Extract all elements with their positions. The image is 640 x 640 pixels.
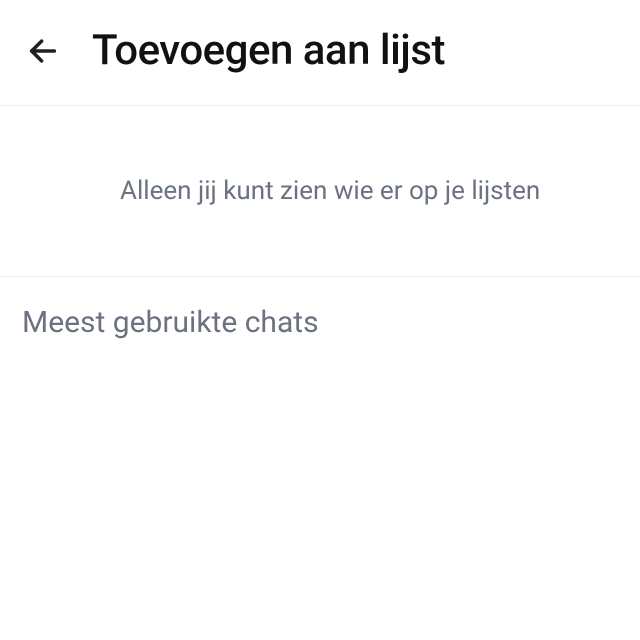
page-title: Toevoegen aan lijst — [92, 26, 445, 75]
section-header: Meest gebruikte chats — [0, 277, 640, 368]
info-text: Alleen jij kunt zien wie er op je lijste… — [120, 176, 640, 206]
section-title: Meest gebruikte chats — [22, 305, 618, 340]
app-header: Toevoegen aan lijst — [0, 0, 640, 106]
back-button[interactable] — [22, 30, 64, 72]
arrow-left-icon — [26, 34, 60, 68]
info-block: Alleen jij kunt zien wie er op je lijste… — [0, 106, 640, 277]
